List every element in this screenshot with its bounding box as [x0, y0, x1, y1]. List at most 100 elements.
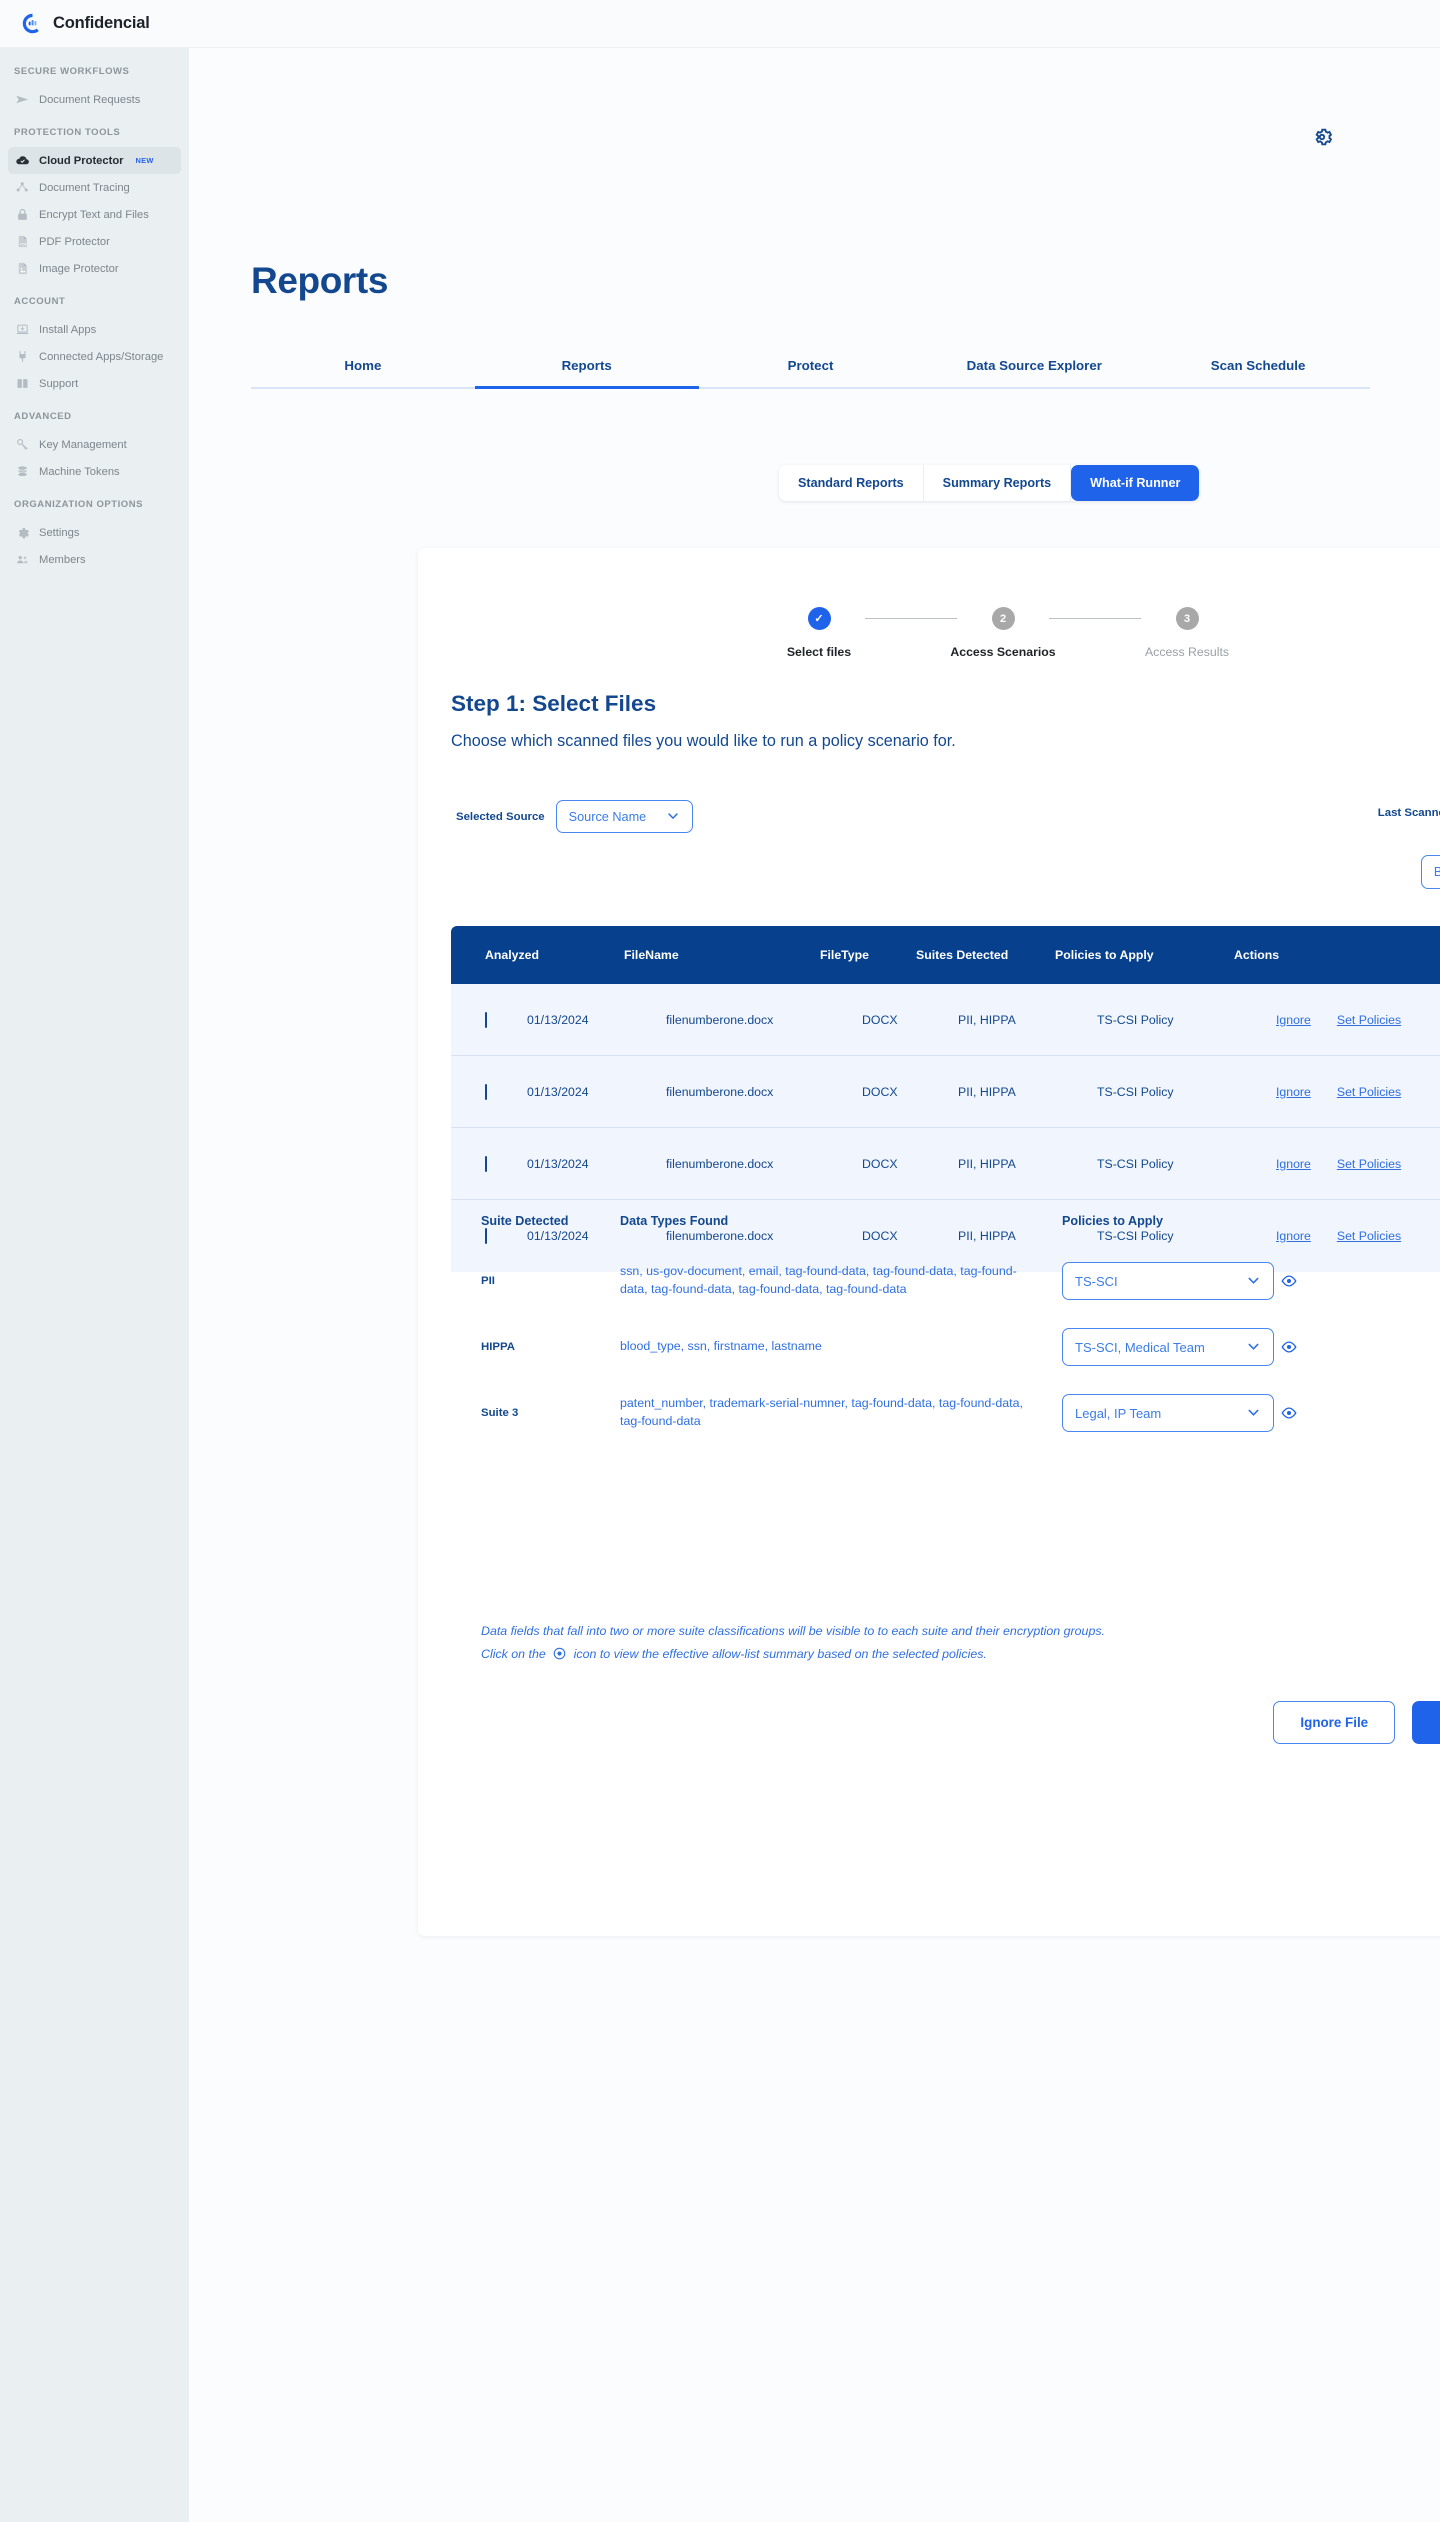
- sidebar-item-document-requests[interactable]: Document Requests: [8, 86, 181, 113]
- policy-value: TS-SCI, Medical Team: [1075, 1339, 1205, 1355]
- app-root: Confidencial SECURE WORKFLOWS Document R…: [0, 0, 1440, 2522]
- step-2[interactable]: 2 Access Scenarios: [950, 607, 1056, 659]
- detail-row-suite-3: Suite 3 patent_number, trademark-serial-…: [451, 1394, 1440, 1432]
- report-mode-segmented-control: Standard Reports Summary Reports What-if…: [779, 465, 1200, 501]
- detail-data-types: patent_number, trademark-serial-numner, …: [620, 1396, 1023, 1428]
- encrypt-button[interactable]: Encrypt: [1412, 1701, 1440, 1744]
- sidebar-label: Encrypt Text and Files: [39, 208, 149, 221]
- policy-dropdown[interactable]: TS-SCI, Medical Team: [1062, 1328, 1274, 1366]
- sidebar-item-install-apps[interactable]: Install Apps: [8, 316, 181, 343]
- chevron-down-icon: [1246, 1339, 1261, 1356]
- table-header-row: Analyzed FileName FileType Suites Detect…: [451, 926, 1440, 984]
- row-checkbox[interactable]: [485, 1011, 487, 1028]
- detail-policy-cell: TS-SCI, Medical Team: [1062, 1328, 1322, 1366]
- cell-filetype: DOCX: [862, 1084, 898, 1099]
- settings-gear-button[interactable]: [1309, 126, 1335, 152]
- tab-scan-schedule[interactable]: Scan Schedule: [1146, 358, 1370, 387]
- sidebar-item-pdf-protector[interactable]: PDF PDF Protector: [8, 228, 181, 255]
- tab-home[interactable]: Home: [251, 358, 475, 387]
- cell-analyzed: 01/13/2024: [527, 1156, 589, 1171]
- set-policies-link[interactable]: Set Policies: [1337, 1157, 1401, 1171]
- bulk-actions-value: Bulk Actions: [1433, 865, 1440, 879]
- step-heading: Step 1: Select Files: [451, 691, 657, 716]
- tab-reports[interactable]: Reports: [474, 358, 699, 389]
- step-subheading: Choose which scanned files you would lik…: [451, 732, 956, 750]
- step-1-bubble: ✓: [807, 607, 831, 630]
- sidebar-label: Document Requests: [39, 93, 141, 106]
- sidebar-group-label-advanced: ADVANCED: [14, 411, 72, 422]
- people-icon: [15, 552, 30, 567]
- ignore-link[interactable]: Ignore: [1276, 1013, 1311, 1027]
- row-checkbox[interactable]: [485, 1155, 487, 1172]
- cell-filetype: DOCX: [862, 1156, 898, 1171]
- source-name-dropdown[interactable]: Source Name: [555, 800, 694, 833]
- sidebar-item-image-protector[interactable]: Image Protector: [8, 255, 181, 282]
- segment-what-if-runner[interactable]: What-if Runner: [1071, 465, 1200, 501]
- tab-data-source-explorer[interactable]: Data Source Explorer: [922, 358, 1146, 387]
- policy-dropdown[interactable]: Legal, IP Team: [1062, 1394, 1274, 1432]
- sidebar-item-settings[interactable]: Settings: [8, 519, 181, 546]
- chevron-down-icon: [666, 809, 680, 825]
- step-3[interactable]: 3 Access Results: [1141, 607, 1233, 659]
- segment-standard-reports[interactable]: Standard Reports: [779, 465, 924, 501]
- eye-icon[interactable]: [1280, 1272, 1298, 1290]
- sidebar-item-key-management[interactable]: Key Management: [8, 431, 181, 458]
- step-3-label: Access Results: [1144, 645, 1230, 659]
- step-1-label: Select files: [786, 645, 852, 659]
- cell-analyzed: 01/13/2024: [527, 1012, 589, 1027]
- table-row[interactable]: 01/13/2024 filenumberone.docx DOCX PII, …: [451, 1128, 1440, 1200]
- sidebar-label: PDF Protector: [39, 235, 110, 248]
- share-nodes-icon: [15, 180, 30, 195]
- column-header-analyzed: Analyzed: [485, 948, 539, 962]
- cell-filename: filenumberone.docx: [666, 1084, 774, 1099]
- sidebar-item-members[interactable]: Members: [8, 546, 181, 573]
- brand-logo[interactable]: Confidencial: [20, 11, 150, 36]
- row-checkbox[interactable]: [485, 1083, 487, 1100]
- sidebar: SECURE WORKFLOWS Document Requests PROTE…: [0, 48, 189, 2522]
- cell-filename: filenumberone.docx: [666, 1012, 774, 1027]
- eye-icon[interactable]: [1280, 1338, 1298, 1356]
- tab-protect[interactable]: Protect: [699, 358, 923, 387]
- sidebar-item-machine-tokens[interactable]: Machine Tokens: [8, 458, 181, 485]
- sidebar-badge-new: NEW: [135, 156, 154, 165]
- sidebar-label: Machine Tokens: [39, 465, 120, 478]
- sidebar-item-support[interactable]: Support: [8, 370, 181, 397]
- last-scanned-row: Last Scanned MM/DD/YYYY: [1378, 807, 1440, 819]
- detail-column-policies-to-apply: Policies to Apply: [1062, 1214, 1164, 1228]
- selected-source-label: Selected Source: [456, 810, 545, 823]
- policy-value: Legal, IP Team: [1075, 1405, 1162, 1421]
- detail-column-suite-detected: Suite Detected: [481, 1214, 569, 1228]
- segment-summary-reports[interactable]: Summary Reports: [923, 465, 1072, 501]
- ignore-link[interactable]: Ignore: [1276, 1085, 1311, 1099]
- sidebar-group-label-secure-workflows: SECURE WORKFLOWS: [14, 66, 130, 77]
- table-row[interactable]: 01/13/2024 filenumberone.docx DOCX PII, …: [451, 984, 1440, 1056]
- eye-icon[interactable]: [1280, 1404, 1298, 1422]
- sidebar-item-document-tracing[interactable]: Document Tracing: [8, 174, 181, 201]
- stack-coins-icon: [15, 464, 30, 479]
- set-policies-link[interactable]: Set Policies: [1337, 1013, 1401, 1027]
- step-connector-2: [1049, 618, 1141, 619]
- step-1[interactable]: ✓ Select files: [773, 607, 865, 659]
- pdf-file-icon: PDF: [15, 234, 30, 249]
- cell-policies: TS-CSI Policy: [1097, 1012, 1174, 1027]
- detail-header-row: Suite Detected Data Types Found Policies…: [451, 1214, 1440, 1228]
- bulk-actions-dropdown[interactable]: Bulk Actions: [1420, 855, 1440, 889]
- ignore-file-button[interactable]: Ignore File: [1273, 1701, 1396, 1744]
- policy-value: TS-SCI: [1075, 1273, 1118, 1289]
- row-checkbox-cell: [485, 1155, 527, 1172]
- sidebar-item-encrypt-text-and-files[interactable]: Encrypt Text and Files: [8, 201, 181, 228]
- eye-icon: [552, 1647, 570, 1664]
- chevron-down-icon: [1246, 1405, 1261, 1422]
- what-if-runner-card: ✓ Select files 2 Access Scenarios 3 Acce…: [418, 548, 1440, 1936]
- column-header-suites-detected: Suites Detected: [916, 948, 1009, 962]
- sidebar-item-connected-apps-storage[interactable]: Connected Apps/Storage: [8, 343, 181, 370]
- sidebar-item-cloud-protector[interactable]: Cloud Protector NEW: [8, 147, 181, 174]
- book-icon: [15, 376, 30, 391]
- policy-dropdown[interactable]: TS-SCI: [1062, 1262, 1274, 1300]
- ignore-link[interactable]: Ignore: [1276, 1157, 1311, 1171]
- sidebar-label: Document Tracing: [39, 181, 130, 194]
- detail-suite-name: PII: [481, 1275, 495, 1287]
- sidebar-label: Image Protector: [39, 262, 119, 275]
- set-policies-link[interactable]: Set Policies: [1337, 1085, 1401, 1099]
- table-row[interactable]: 01/13/2024 filenumberone.docx DOCX PII, …: [451, 1056, 1440, 1128]
